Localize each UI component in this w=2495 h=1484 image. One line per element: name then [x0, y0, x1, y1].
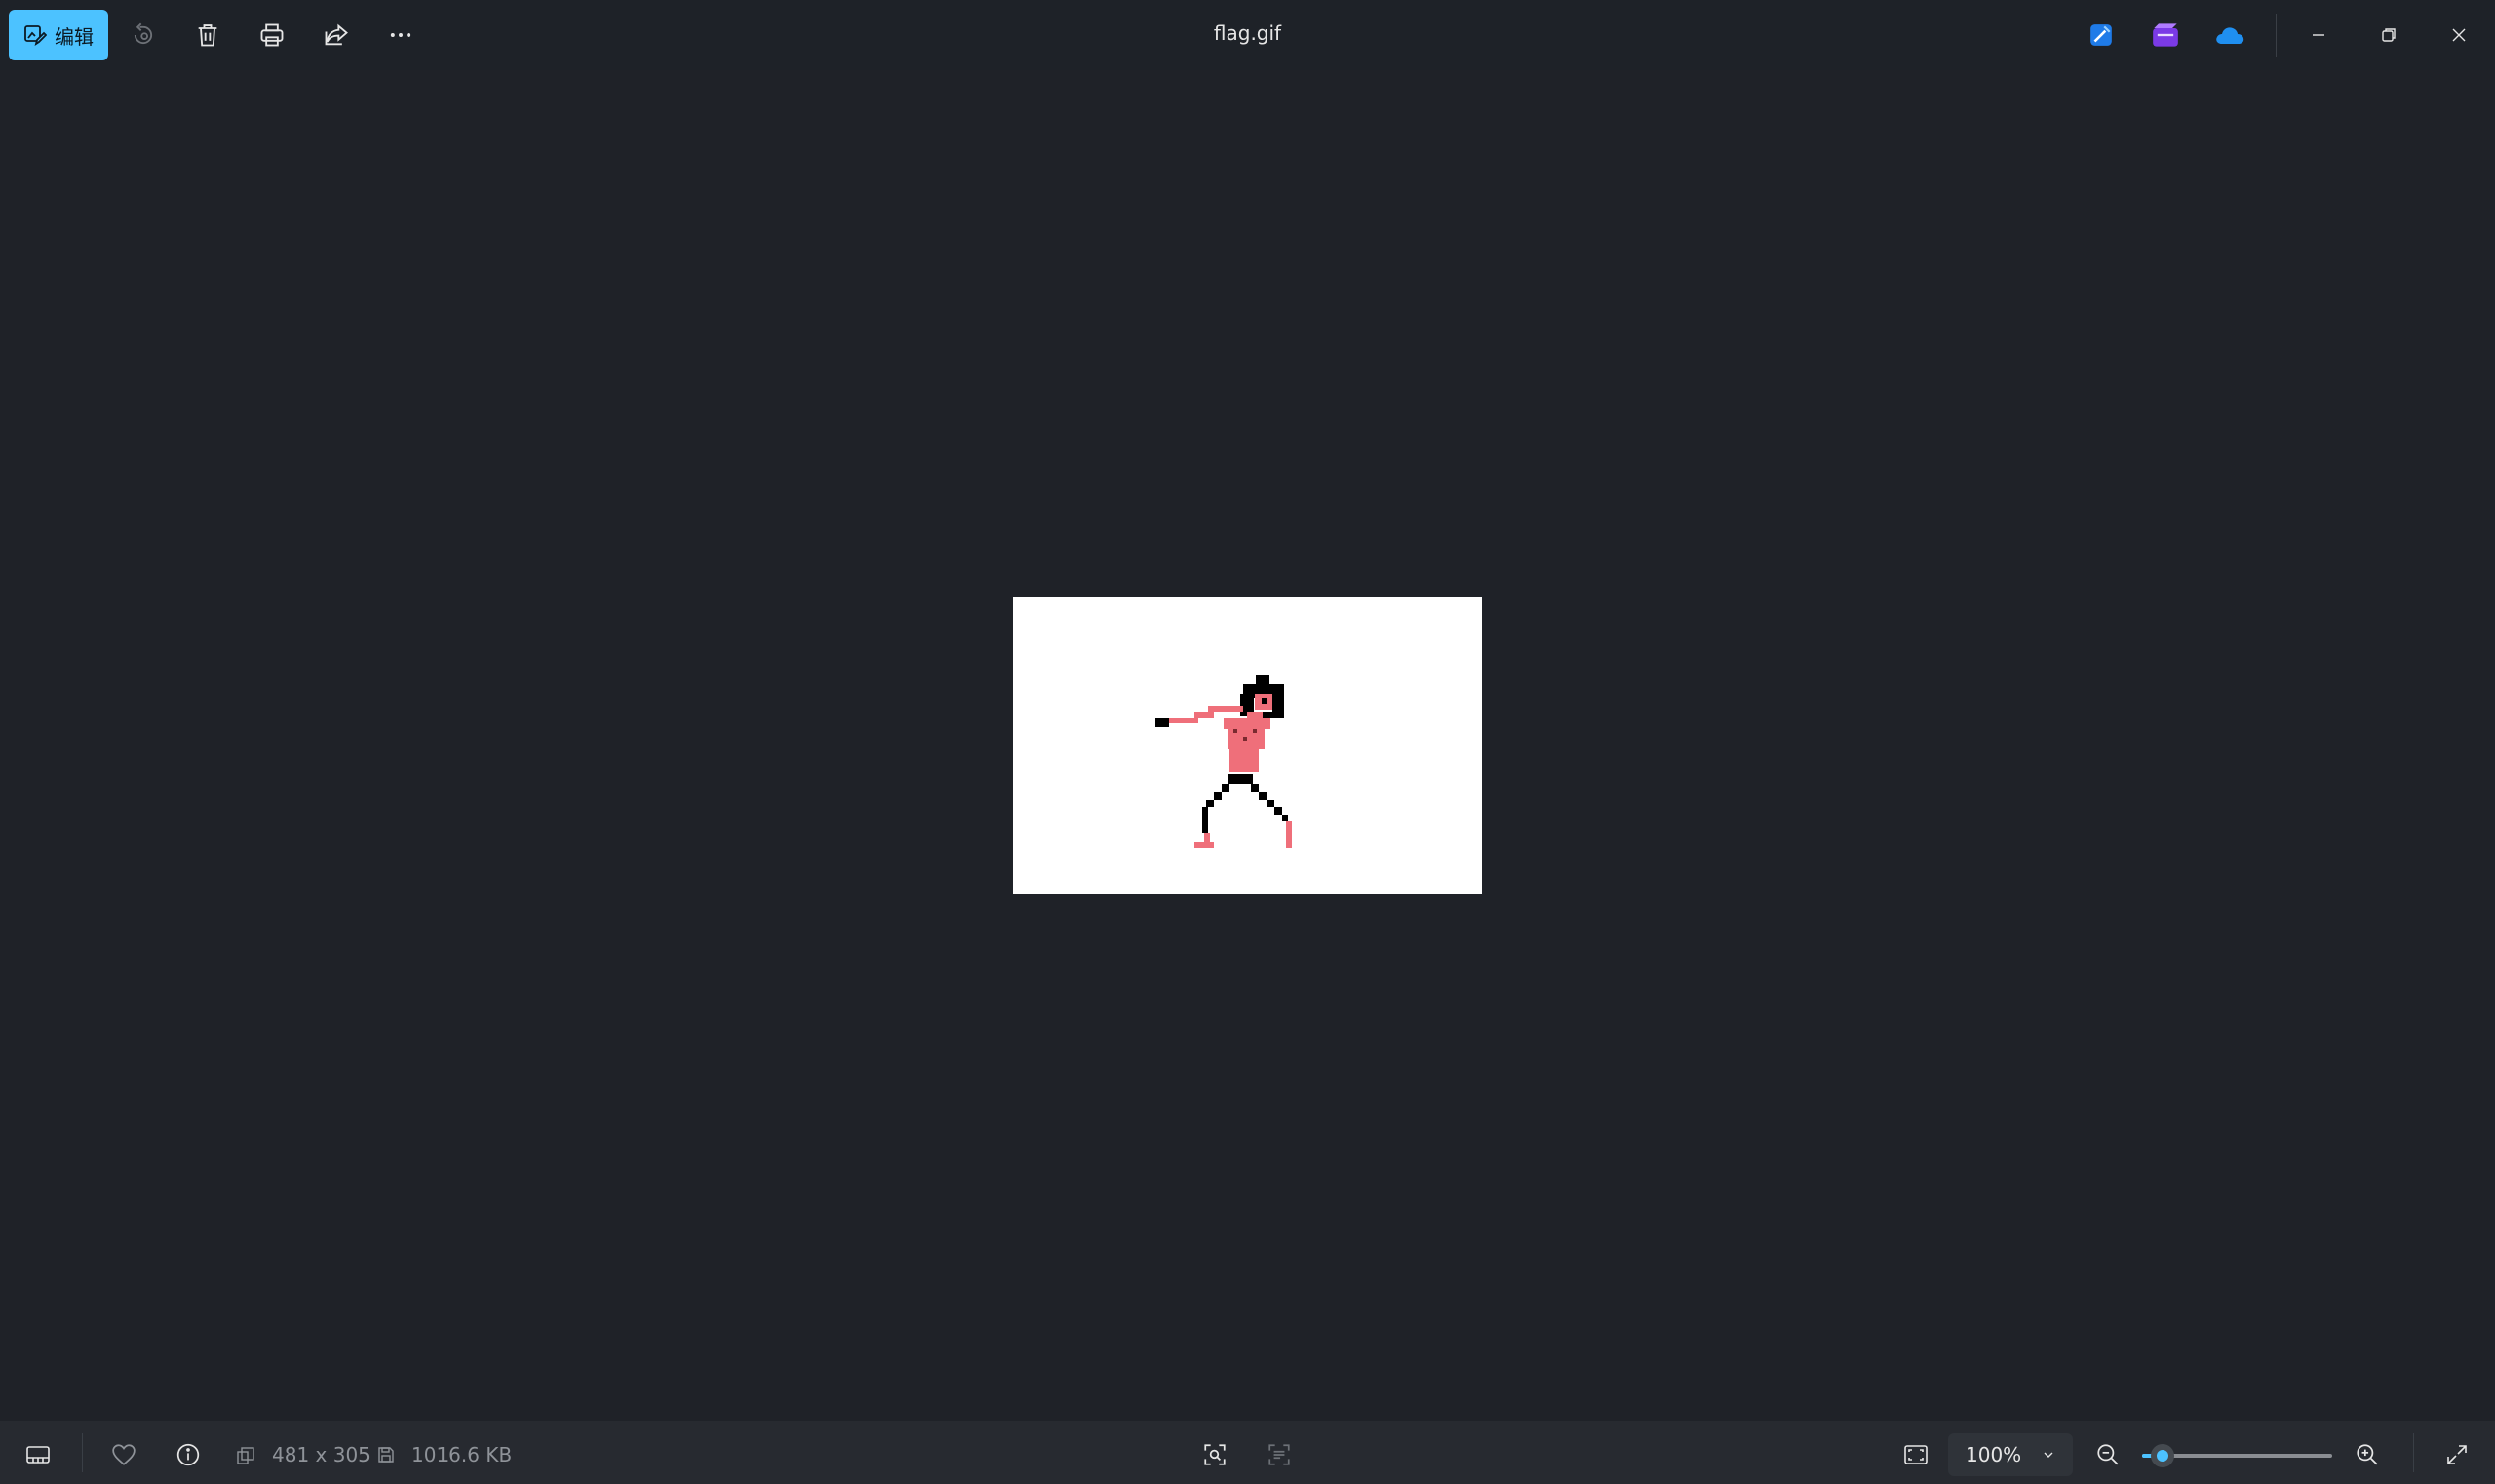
heart-icon [111, 1443, 136, 1466]
info-button[interactable] [168, 1433, 209, 1476]
restore-button[interactable] [2361, 8, 2416, 62]
image-canvas[interactable] [1013, 597, 1482, 894]
figure-legs [1202, 784, 1288, 833]
title-separator [2276, 14, 2277, 57]
chevron-down-icon [2041, 1447, 2056, 1463]
minimize-icon [2309, 25, 2328, 45]
status-separator-left [82, 1433, 83, 1472]
pixel-figure [1155, 675, 1292, 848]
figure-torso [1224, 718, 1270, 772]
clipchamp-app-icon [2152, 22, 2179, 48]
zoom-in-icon [2355, 1442, 2380, 1467]
dimensions-icon [236, 1446, 255, 1465]
zoom-out-icon [2095, 1442, 2121, 1467]
figure-feet [1194, 821, 1292, 848]
designer-button[interactable] [2074, 8, 2128, 62]
fullscreen-button[interactable] [2436, 1433, 2478, 1476]
text-scan-button[interactable] [1259, 1433, 1300, 1476]
zoom-level-dropdown[interactable]: 100% [1948, 1433, 2073, 1476]
visual-search-icon [1202, 1442, 1228, 1467]
close-button[interactable] [2432, 8, 2486, 62]
onedrive-button[interactable] [2203, 8, 2257, 62]
fit-to-window-button[interactable] [1894, 1433, 1937, 1476]
filmstrip-icon [25, 1444, 51, 1465]
figure-belt [1228, 774, 1253, 784]
favorite-button[interactable] [103, 1433, 144, 1476]
restore-icon [2379, 25, 2398, 45]
close-icon [2449, 25, 2469, 45]
visual-search-button[interactable] [1194, 1433, 1235, 1476]
zoom-level-value: 100% [1966, 1443, 2022, 1466]
file-size-icon [376, 1445, 396, 1464]
onedrive-icon [2214, 24, 2245, 46]
file-size: 1016.6 KB [411, 1443, 513, 1466]
status-separator-right [2413, 1433, 2414, 1472]
zoom-out-button[interactable] [2086, 1433, 2129, 1476]
clipchamp-button[interactable] [2138, 8, 2193, 62]
filmstrip-button[interactable] [18, 1433, 58, 1476]
designer-app-icon [2088, 22, 2114, 48]
fullscreen-icon [2445, 1443, 2469, 1466]
fit-to-window-icon [1903, 1443, 1929, 1466]
zoom-in-button[interactable] [2346, 1433, 2389, 1476]
text-scan-icon [1267, 1442, 1292, 1467]
info-icon [175, 1442, 201, 1467]
image-dimensions: 481 x 305 [272, 1443, 370, 1466]
minimize-button[interactable] [2291, 8, 2346, 62]
